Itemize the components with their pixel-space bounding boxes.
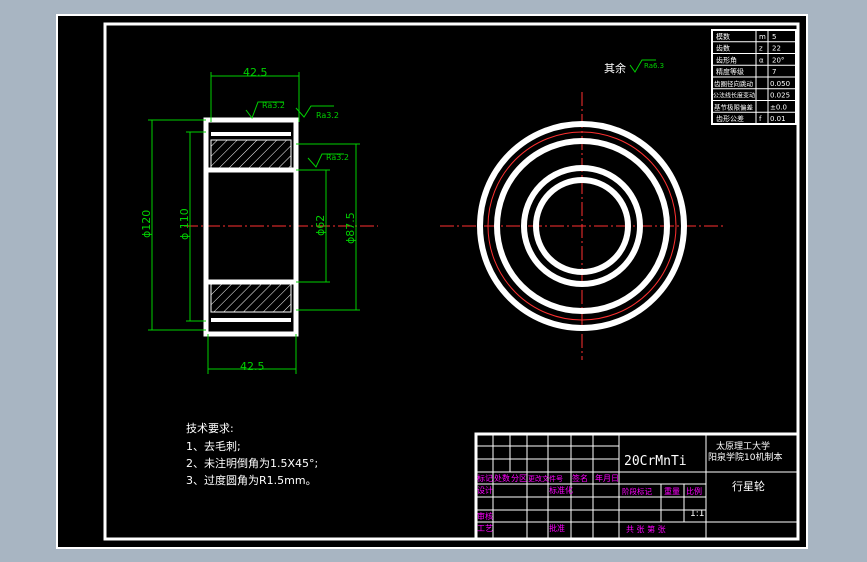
tb-header-2: 分区 (511, 474, 527, 483)
other-surfaces-roughness: Ra6.3 (644, 62, 664, 70)
param-name-3: 精度等级 (716, 67, 744, 76)
tb-process: 工艺 (477, 524, 493, 533)
cad-viewport[interactable]: 42.5 42.5 ϕ120 ϕ 110 ϕ62 ϕ87.5 Ra3.2 Ra3… (56, 14, 808, 549)
param-name-2: 齿形角 (716, 55, 737, 64)
tb-stage-2: 比例 (686, 486, 702, 496)
param-name-7: 齿形公差 (716, 114, 744, 123)
tb-standard: 标准化 (549, 485, 573, 495)
dim-dia-root: ϕ 110 (178, 208, 191, 240)
tb-header-0: 标记 (477, 473, 493, 483)
tb-header-4: 签名 (572, 473, 588, 483)
param-val-6: ±0.0 (770, 103, 787, 111)
dim-width-bottom: 42.5 (240, 360, 265, 373)
tech-item-3: 3、过度圆角为R1.5mm。 (186, 473, 317, 487)
param-sym-0: m (759, 33, 766, 41)
tb-design: 设计 (477, 485, 493, 495)
tb-school-1: 太原理工大学 (716, 440, 770, 452)
tb-stage-0: 阶段标记 (622, 486, 652, 496)
param-sym-2: α (759, 56, 764, 64)
outer-frame (56, 14, 808, 549)
tech-title: 技术要求: (186, 422, 234, 435)
tb-material: 20CrMnTi (624, 454, 687, 469)
tb-header-1: 处数 (494, 473, 510, 483)
param-name-1: 齿数 (716, 44, 730, 53)
tb-header-3: 更改文件号 (528, 474, 563, 483)
tb-sheet: 共 张 第 张 (626, 524, 666, 534)
dim-width-top: 42.5 (243, 66, 268, 79)
tech-item-2: 2、未注明倒角为1.5X45°; (186, 456, 318, 470)
tb-approve: 批准 (549, 523, 565, 533)
other-surfaces-note: 其余 Ra6.3 (604, 59, 664, 75)
param-val-0: 5 (772, 33, 776, 41)
title-block: 标记 处数 分区 更改文件号 签名 年月日 设计 标准化 审核 工艺 批准 阶段… (474, 432, 800, 541)
tech-item-1: 1、去毛刺; (186, 440, 241, 453)
hatch-top (210, 139, 292, 169)
param-val-5: 0.025 (770, 92, 790, 100)
front-view (440, 92, 724, 360)
tb-review: 审核 (477, 511, 493, 521)
drawing-canvas: 42.5 42.5 ϕ120 ϕ 110 ϕ62 ϕ87.5 Ra3.2 Ra3… (56, 14, 808, 549)
param-table: 模数 m 5 齿数 z 22 齿形角 α 20° 精度等级 7 齿圈径向跳动 0… (711, 29, 797, 125)
tb-stage-1: 重量 (664, 486, 680, 496)
roughness-mark-2: Ra3.2 (316, 111, 339, 120)
tb-header-5: 年月日 (595, 473, 619, 483)
param-val-4: 0.050 (770, 80, 790, 88)
roughness-mark-1: Ra3.2 (262, 101, 285, 110)
other-surfaces-label: 其余 (604, 61, 626, 75)
tb-scale: 1:1 (690, 509, 704, 519)
param-name-0: 模数 (716, 32, 730, 41)
hatch-bottom (210, 283, 292, 313)
param-val-2: 20° (772, 56, 784, 64)
dim-dia-bore: ϕ62 (314, 215, 327, 236)
param-name-4: 齿圈径向跳动 (714, 79, 754, 88)
dim-dia-mid: ϕ87.5 (344, 212, 357, 244)
dim-dia-outer: ϕ120 (140, 210, 153, 238)
param-sym-1: z (759, 45, 763, 53)
tech-requirements: 技术要求: 1、去毛刺; 2、未注明倒角为1.5X45°; 3、过度圆角为R1.… (186, 422, 318, 487)
param-val-1: 22 (772, 45, 781, 53)
param-val-7: 0.01 (770, 115, 786, 123)
section-view: 42.5 42.5 ϕ120 ϕ 110 ϕ62 ϕ87.5 Ra3.2 Ra3… (140, 66, 378, 374)
param-val-3: 7 (772, 68, 776, 76)
tb-school-2: 阳泉学院10机制本 (708, 451, 782, 463)
param-name-5: 公法线长度变动 (713, 92, 755, 100)
param-sym-7: f (759, 115, 762, 123)
tb-part-name: 行星轮 (732, 479, 765, 493)
roughness-mark-3: Ra3.2 (326, 153, 349, 162)
param-name-6: 基节极限偏差 (714, 102, 754, 111)
